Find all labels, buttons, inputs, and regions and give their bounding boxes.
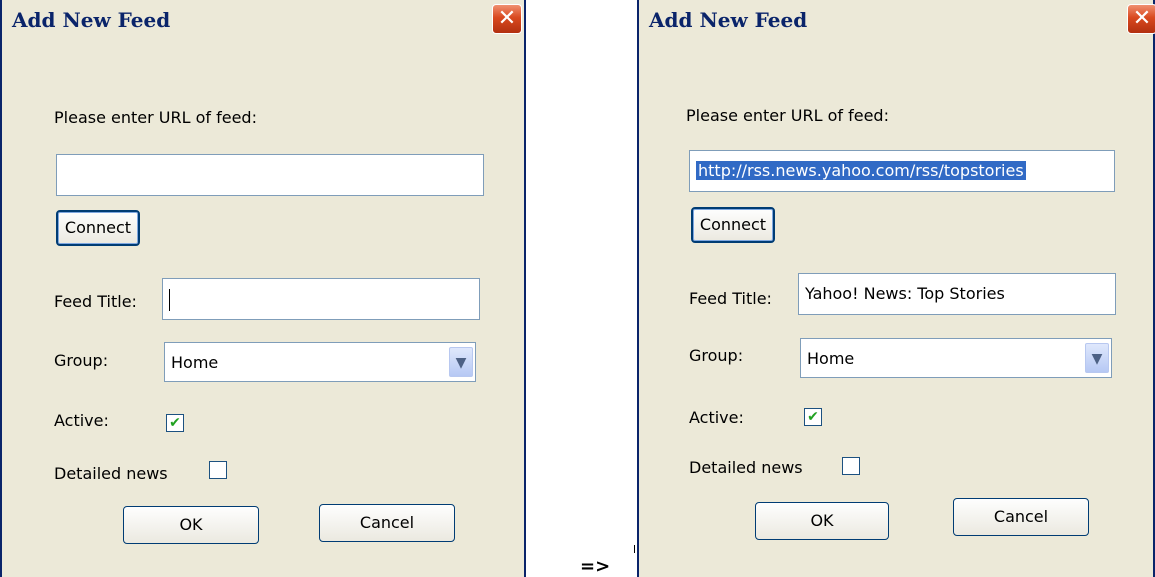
feed-title-label: Feed Title: [689, 289, 772, 308]
url-prompt-label: Please enter URL of feed: [54, 108, 257, 127]
url-input[interactable]: http://rss.news.yahoo.com/rss/topstories [689, 150, 1115, 192]
group-selected-value: Home [171, 353, 219, 372]
feed-title-label: Feed Title: [54, 292, 137, 311]
group-label: Group: [689, 346, 744, 365]
check-icon: ✔ [807, 409, 819, 425]
url-prompt-label: Please enter URL of feed: [686, 106, 889, 125]
text-caret [169, 288, 170, 311]
detailed-news-checkbox[interactable] [842, 457, 860, 475]
ok-button[interactable]: OK [123, 506, 259, 544]
close-icon[interactable]: ✕ [492, 4, 522, 34]
cancel-button[interactable]: Cancel [953, 498, 1089, 536]
active-checkbox[interactable]: ✔ [804, 408, 822, 426]
group-select[interactable]: Home ▼ [164, 342, 476, 382]
feed-title-input[interactable] [162, 278, 480, 320]
dialog-title: Add New Feed [649, 8, 808, 32]
chevron-down-icon[interactable]: ▼ [449, 347, 473, 377]
detailed-news-checkbox[interactable] [209, 461, 227, 479]
ok-button[interactable]: OK [755, 502, 889, 540]
title-bar: Add New Feed ✕ [2, 0, 524, 38]
detailed-news-label: Detailed news [54, 464, 168, 483]
chevron-down-icon[interactable]: ▼ [1085, 343, 1109, 373]
active-label: Active: [54, 411, 109, 430]
detailed-news-label: Detailed news [689, 458, 803, 477]
title-bar: Add New Feed ✕ [639, 0, 1155, 38]
active-label: Active: [689, 408, 744, 427]
group-selected-value: Home [807, 349, 855, 368]
add-feed-dialog-before: Add New Feed ✕ Please enter URL of feed:… [0, 0, 526, 577]
group-select[interactable]: Home ▼ [800, 338, 1112, 378]
close-icon[interactable]: ✕ [1127, 4, 1155, 34]
check-icon: ✔ [169, 415, 181, 431]
dialog-title: Add New Feed [12, 8, 171, 32]
url-input[interactable] [56, 154, 484, 196]
add-feed-dialog-after: Add New Feed ✕ Please enter URL of feed:… [637, 0, 1155, 577]
connect-button[interactable]: Connect [56, 210, 140, 246]
cancel-button[interactable]: Cancel [319, 504, 455, 542]
url-input-value: http://rss.news.yahoo.com/rss/topstories [696, 161, 1026, 180]
group-label: Group: [54, 351, 109, 370]
connect-button[interactable]: Connect [691, 207, 775, 243]
transition-arrow: => [580, 556, 611, 577]
active-checkbox[interactable]: ✔ [166, 414, 184, 432]
stray-mark [634, 545, 635, 553]
feed-title-input[interactable]: Yahoo! News: Top Stories [798, 273, 1116, 315]
